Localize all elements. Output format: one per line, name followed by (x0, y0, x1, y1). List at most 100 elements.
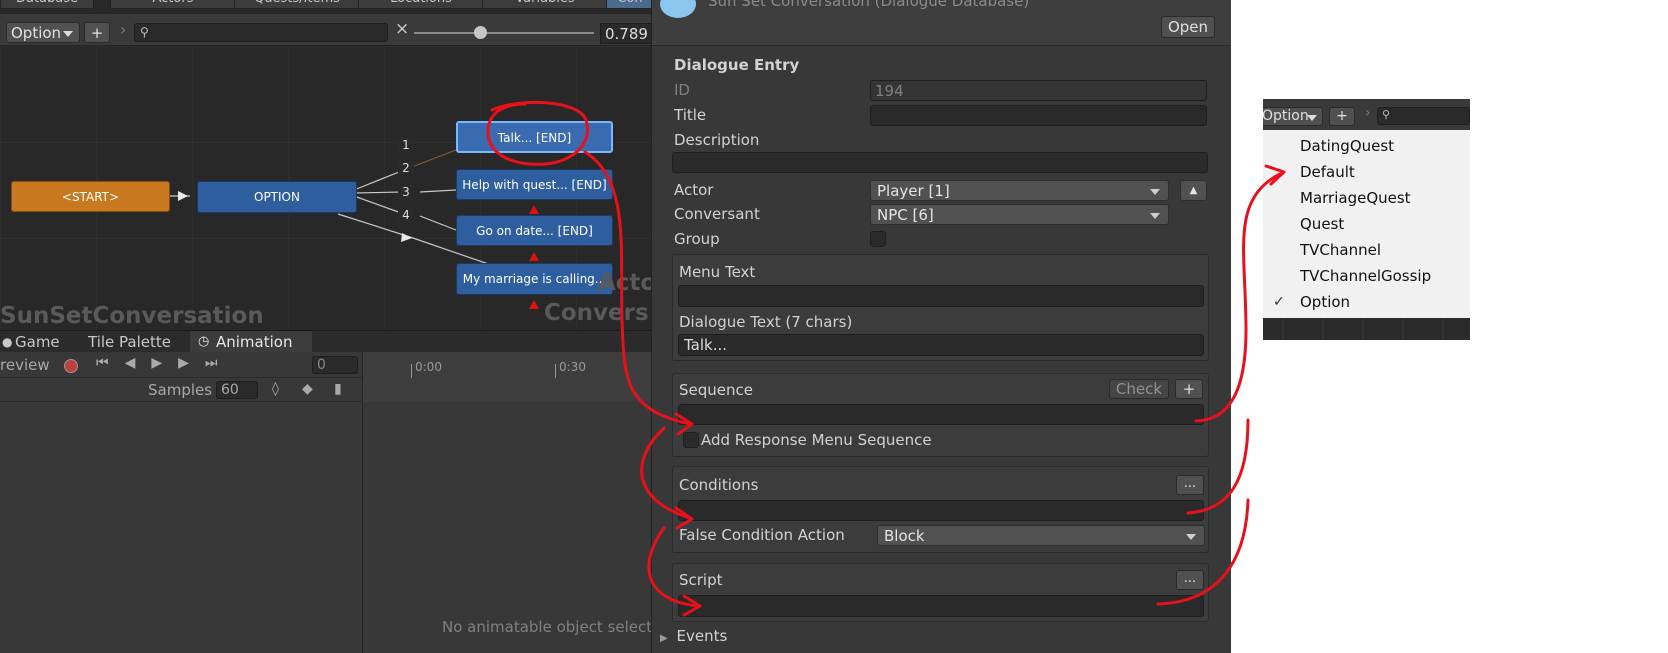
tab-animation[interactable]: ◷ Animation (190, 331, 312, 353)
link-arrow-icon (529, 252, 539, 261)
conditions-field[interactable] (678, 500, 1204, 521)
samples-label: Samples (148, 381, 213, 399)
false-condition-action-dropdown[interactable]: Block (877, 525, 1205, 546)
actor-watermark: Acto (598, 270, 652, 296)
popup-toolbar: Option + › ⚲ (1263, 99, 1470, 130)
tab-animation-label: Animation (216, 333, 293, 351)
menu-item-tvchannel[interactable]: TVChannel (1263, 237, 1470, 263)
menu-item-default[interactable]: Default (1263, 159, 1470, 185)
record-icon[interactable] (64, 359, 78, 373)
chevron-down-icon (1150, 213, 1160, 219)
add-keyframe-icon[interactable]: ◆ (302, 381, 313, 397)
chevron-right-icon: ▶ (660, 633, 668, 644)
link-arrow-icon (529, 300, 539, 309)
dialogue-graph-editor: Database Actors Quests/Items Locations V… (0, 0, 652, 653)
response-port-4: 4 (398, 208, 414, 222)
events-label: Events (676, 627, 728, 645)
conversant-watermark: Convers (544, 300, 649, 326)
dialogue-text-field[interactable]: Talk... (678, 334, 1204, 356)
samples-field[interactable]: 60 (216, 381, 258, 399)
playback-controls-icon[interactable]: ⏮◀▶▶⏭ (96, 355, 234, 371)
popup-add-button[interactable]: + (1329, 107, 1355, 126)
script-field[interactable] (678, 595, 1204, 617)
popup-search-input[interactable]: ⚲ (1377, 107, 1470, 125)
popup-menu-dropdown[interactable]: Option (1263, 107, 1323, 126)
tab-tile-palette[interactable]: Tile Palette (88, 331, 188, 353)
preview-label[interactable]: review (0, 356, 50, 374)
timeline-tick (555, 364, 556, 378)
tab-game[interactable]: ● Game (0, 331, 80, 353)
menu-text-label: Menu Text (679, 263, 756, 281)
swap-actors-button[interactable]: ▲ (1180, 180, 1207, 201)
menu-item-label: DatingQuest (1300, 137, 1395, 155)
animation-toolbar: review ⏮◀▶▶⏭ 0 (0, 352, 362, 378)
dialogue-database-icon (660, 0, 696, 18)
description-field[interactable] (672, 152, 1208, 173)
script-group: Script ... (672, 563, 1209, 622)
chevron-down-icon (1307, 115, 1317, 121)
id-field: 194 (870, 80, 1207, 101)
menu-text-field[interactable] (678, 285, 1204, 307)
group-checkbox[interactable] (870, 231, 886, 247)
tab-game-label: Game (15, 333, 60, 351)
dialogue-entry-inspector: Sun Set Conversation (Dialogue Database)… (651, 0, 1231, 653)
add-response-menu-sequence-label: Add Response Menu Sequence (701, 431, 932, 449)
title-label: Title (674, 106, 707, 124)
menu-item-datingquest[interactable]: DatingQuest (1263, 133, 1470, 159)
group-label: Group (674, 230, 720, 248)
dialogue-text-label: Dialogue Text (7 chars) (679, 313, 853, 331)
clock-icon: ◷ (198, 334, 210, 349)
conversant-label: Conversant (674, 205, 760, 223)
timeline-ruler[interactable]: 0:00 0:30 (363, 352, 652, 402)
menu-item-marriagequest[interactable]: MarriageQuest (1263, 185, 1470, 211)
conditions-wizard-button[interactable]: ... (1176, 475, 1204, 495)
conversant-dropdown[interactable]: NPC [6] (870, 204, 1169, 225)
menu-item-label: TVChannelGossip (1300, 267, 1432, 285)
menu-item-quest[interactable]: Quest (1263, 211, 1470, 237)
add-event-icon[interactable]: ▮ (334, 381, 342, 397)
menu-item-label: Default (1300, 163, 1355, 181)
actor-value: Player [1] (877, 182, 950, 200)
id-label: ID (674, 81, 690, 99)
response-port-1: 1 (398, 138, 414, 152)
menu-item-label: Option (1300, 293, 1351, 311)
title-field[interactable] (870, 105, 1207, 126)
events-foldout[interactable]: ▶ Events (660, 627, 727, 645)
no-animatable-message: No animatable object selecte (442, 618, 652, 636)
start-node[interactable]: <START> (11, 181, 170, 212)
response-port-3: 3 (398, 185, 414, 199)
keyframe-icon[interactable]: ◊ (272, 381, 279, 397)
option-node[interactable]: OPTION (197, 181, 357, 213)
section-title: Dialogue Entry (674, 56, 800, 74)
frame-field[interactable]: 0 (312, 356, 358, 374)
menu-item-label: TVChannel (1300, 241, 1382, 259)
animation-window: review ⏮◀▶▶⏭ 0 Samples 60 ◊ ◆ ▮ 0:00 0:3… (0, 352, 652, 653)
popup-menu-label: Option (1263, 108, 1309, 124)
menu-item-option[interactable]: ✓ Option (1263, 289, 1470, 315)
conditions-label: Conditions (679, 476, 759, 494)
open-button[interactable]: Open (1161, 16, 1215, 38)
menu-item-label: Quest (1300, 215, 1345, 233)
chevron-down-icon (1186, 534, 1196, 540)
conditions-group: Conditions ... False Condition Action Bl… (672, 466, 1209, 553)
timeline-tick (411, 364, 412, 378)
check-sequence-button[interactable]: Check (1109, 379, 1169, 399)
menu-item-label: MarriageQuest (1300, 189, 1411, 207)
actor-dropdown[interactable]: Player [1] (870, 180, 1169, 201)
marriage-calling-node[interactable]: My marriage is calling... (456, 263, 613, 295)
chevron-down-icon (1150, 189, 1160, 195)
conversation-menu-popup: Option + › ⚲ DatingQuest Default Marriag… (1263, 99, 1470, 340)
add-sequence-button[interactable]: + (1175, 379, 1203, 399)
go-on-date-node[interactable]: Go on date... [END] (456, 215, 613, 246)
help-with-quest-node[interactable]: Help with quest... [END] (456, 169, 613, 200)
sequence-group: Sequence Check + Add Response Menu Seque… (672, 373, 1209, 457)
timeline-mark-30: 0:30 (559, 360, 586, 374)
chevron-right-icon: › (1365, 105, 1371, 121)
description-label: Description (674, 131, 760, 149)
sequence-field[interactable] (678, 404, 1204, 425)
talk-end-node[interactable]: Talk... [END] (456, 121, 613, 153)
script-wizard-button[interactable]: ... (1176, 570, 1204, 590)
add-response-menu-sequence-checkbox[interactable] (683, 432, 699, 448)
bottom-tab-bar: ● Game Tile Palette ◷ Animation (0, 330, 652, 353)
menu-item-tvchannelgossip[interactable]: TVChannelGossip (1263, 263, 1470, 289)
